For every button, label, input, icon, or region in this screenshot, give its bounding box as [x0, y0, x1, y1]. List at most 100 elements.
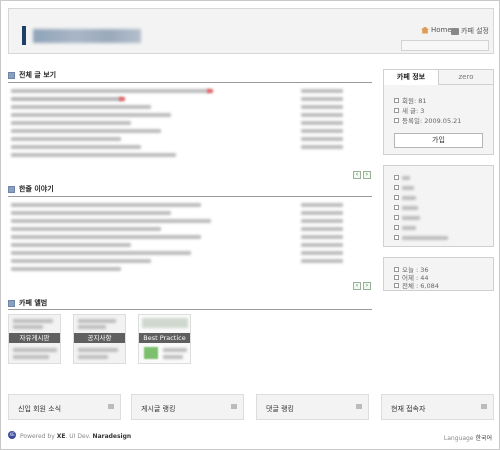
menu-item[interactable] [394, 195, 416, 200]
gallery-thumb[interactable]: 자유게시판 [8, 314, 61, 364]
visits-total: 전체 : 6,084 [394, 280, 439, 290]
list-item-meta [301, 259, 343, 263]
thumb-content [78, 319, 116, 323]
list-item[interactable] [11, 267, 121, 271]
home-link[interactable]: Home [421, 26, 452, 34]
new-members-box[interactable]: 신입 회원 소식 [8, 394, 121, 420]
language-selector[interactable]: Language 한국어 [444, 433, 492, 442]
list-item[interactable] [11, 153, 176, 157]
menu-item-label [402, 175, 410, 180]
tab-cafe-info[interactable]: 카페 정보 [384, 70, 439, 85]
home-icon [421, 26, 429, 34]
menu-item-label [402, 225, 416, 230]
settings-icon [451, 27, 459, 35]
thumb-content [163, 355, 183, 359]
list-item[interactable] [11, 243, 131, 247]
new-badge [119, 97, 125, 101]
list-item[interactable] [11, 259, 151, 263]
thumb-content [13, 325, 43, 329]
cafe-settings-link[interactable]: 카페 설정 [451, 26, 489, 36]
prev-page-button[interactable]: ‹ [353, 282, 361, 290]
join-button[interactable]: 가입 [394, 133, 483, 148]
list-item[interactable] [11, 235, 201, 239]
next-page-button[interactable]: › [363, 282, 371, 290]
next-page-button[interactable]: › [363, 171, 371, 179]
bullet-icon [394, 274, 399, 280]
list-item-meta [301, 113, 343, 117]
board-icon [8, 185, 15, 193]
list-item[interactable] [11, 129, 161, 133]
cafe-info-panel: 카페 정보 zero 회원: 81 새 글: 3 등록일: 2009.05.21… [383, 69, 494, 155]
members-count: 회원: 81 [394, 95, 427, 105]
list-item-meta [301, 129, 343, 133]
bullet-icon [394, 117, 399, 123]
thumb-content [78, 355, 108, 359]
cafe-title-blurred [33, 29, 141, 43]
more-icon[interactable] [231, 404, 237, 409]
menu-item[interactable] [394, 205, 418, 210]
menu-item[interactable] [394, 215, 420, 220]
bullet-icon [394, 235, 399, 240]
list-item-meta [301, 203, 343, 207]
search-input[interactable] [401, 40, 489, 51]
title-accent-bar [22, 26, 26, 45]
thumb-content [163, 348, 187, 352]
list-item[interactable] [11, 251, 191, 255]
gallery-thumb-label: 자유게시판 [9, 333, 60, 343]
more-icon[interactable] [481, 404, 487, 409]
tab-zero[interactable]: zero [439, 70, 493, 85]
list-item[interactable] [11, 121, 131, 125]
bullet-icon [394, 225, 399, 230]
post-rank-box[interactable]: 게시글 랭킹 [131, 394, 244, 420]
board-icon [8, 299, 15, 307]
more-icon[interactable] [356, 404, 362, 409]
gallery-thumb[interactable]: Best Practice [138, 314, 191, 364]
thumb-content [13, 355, 49, 359]
registered-date: 등록일: 2009.05.21 [394, 115, 461, 125]
list-item-meta [301, 219, 343, 223]
menu-item[interactable] [394, 225, 416, 230]
online-users-box[interactable]: 현재 접속자 [381, 394, 494, 420]
menu-item[interactable] [394, 175, 410, 180]
list-item[interactable] [11, 211, 171, 215]
list-item-meta [301, 243, 343, 247]
list-item-meta [301, 97, 343, 101]
list-item[interactable] [11, 105, 151, 109]
list-item[interactable] [11, 89, 211, 93]
list-item-meta [301, 227, 343, 231]
list-item-meta [301, 251, 343, 255]
menu-item-label [402, 235, 448, 240]
list-item[interactable] [11, 227, 161, 231]
post-rank-title: 게시글 랭킹 [141, 405, 176, 413]
bullet-icon [394, 185, 399, 190]
bullet-icon [394, 282, 399, 288]
cafe-header: Home 카페 설정 [8, 8, 494, 54]
menu-item[interactable] [394, 235, 448, 240]
list-item[interactable] [11, 137, 121, 141]
gallery-heading: 카페 앨범 [8, 298, 47, 308]
comment-rank-box[interactable]: 댓글 랭킹 [256, 394, 369, 420]
gallery-thumb[interactable]: 공지사항 [73, 314, 126, 364]
list-item[interactable] [11, 219, 211, 223]
menu-item-label [402, 195, 416, 200]
list-item[interactable] [11, 113, 171, 117]
thumb-content [78, 325, 106, 329]
naradesign-link[interactable]: Naradesign [93, 433, 132, 440]
list-item-meta [301, 235, 343, 239]
list-item[interactable] [11, 203, 201, 207]
new-badge [207, 89, 213, 93]
more-icon[interactable] [108, 404, 114, 409]
cafe-info-tabs: 카페 정보 zero [384, 70, 493, 85]
thumb-content [142, 318, 188, 328]
all-posts-heading: 전체 글 보기 [8, 70, 56, 80]
menu-item[interactable] [394, 185, 414, 190]
prev-page-button[interactable]: ‹ [353, 171, 361, 179]
list-item[interactable] [11, 97, 123, 101]
bullet-icon [394, 107, 399, 113]
gallery-thumb-label: Best Practice [139, 333, 190, 343]
one-line-heading: 한줄 이야기 [8, 184, 54, 194]
bullet-icon [394, 195, 399, 200]
list-item[interactable] [11, 145, 141, 149]
cafe-page: Home 카페 설정 전체 글 보기 ‹ › 한줄 이야기 ‹ › 카페 앨범 … [0, 0, 500, 450]
comment-rank-title: 댓글 랭킹 [266, 405, 294, 413]
